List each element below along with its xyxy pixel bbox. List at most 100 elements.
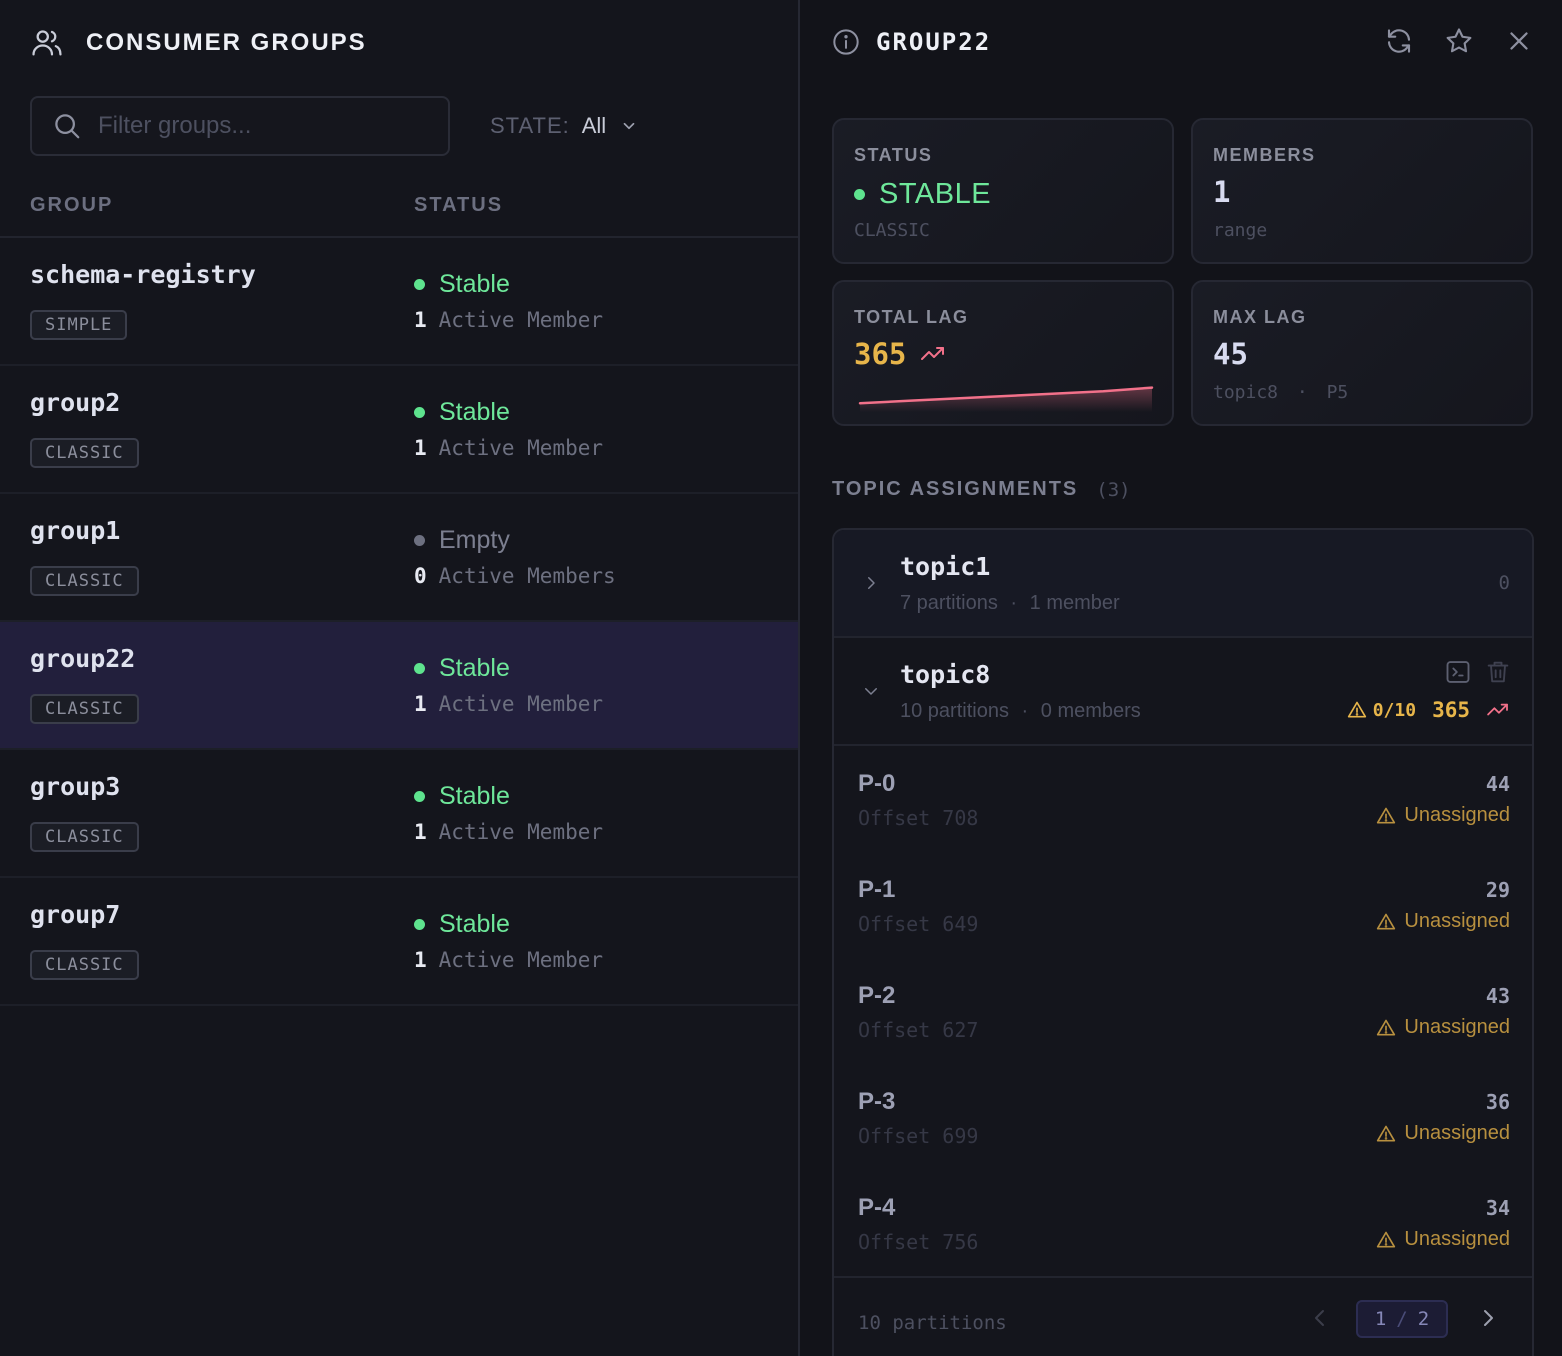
topic-name: topic1 (900, 552, 991, 581)
chevron-right-icon (862, 574, 880, 592)
status-dot (414, 535, 425, 546)
partition-row[interactable]: P-2 Offset 627 43 Unassigned (834, 958, 1532, 1064)
delete-button[interactable] (1484, 658, 1512, 686)
partition-lag: 43 (1485, 984, 1510, 1008)
protocol-badge: CLASSIC (30, 438, 139, 468)
topic-members: 0 members (1040, 700, 1141, 722)
group-name: schema-registry (30, 260, 256, 289)
members-card-assignor: range (1213, 220, 1268, 241)
topic-assignments-header: TOPIC ASSIGNMENTS (3) (832, 478, 1131, 501)
partition-lag: 29 (1485, 878, 1510, 902)
group-row[interactable]: group2 CLASSIC Stable 1 Active Member (0, 366, 798, 494)
page-current: 1 (1374, 1308, 1387, 1330)
favorite-button[interactable] (1444, 26, 1474, 56)
partition-status: Unassigned (1376, 910, 1510, 933)
protocol-badge: CLASSIC (30, 950, 139, 980)
topic-row-topic8[interactable]: topic8 10 partitions · 0 members 0/10 36… (834, 638, 1532, 746)
close-button[interactable] (1504, 26, 1534, 56)
column-header-status[interactable]: STATUS (414, 194, 503, 217)
member-count: 1 Active Member (414, 436, 603, 460)
group-row[interactable]: group7 CLASSIC Stable 1 Active Member (0, 878, 798, 1006)
status-card-label: STATUS (854, 145, 933, 165)
partition-status: Unassigned (1376, 1016, 1510, 1039)
group-row[interactable]: group3 CLASSIC Stable 1 Active Member (0, 750, 798, 878)
status-indicator: Stable (414, 654, 510, 683)
detail-header: GROUP22 (832, 26, 991, 58)
assigned-partitions: 0/10 (1372, 699, 1417, 721)
status-dot (414, 663, 425, 674)
chevron-left-icon (1315, 1310, 1324, 1326)
topic-assignments-count: (3) (1096, 478, 1131, 501)
close-icon (1510, 32, 1528, 50)
group-list: schema-registry SIMPLE Stable 1 Active Membe… (0, 238, 798, 1006)
page-separator: / (1396, 1308, 1408, 1330)
topic-assignments-title: TOPIC ASSIGNMENTS (832, 478, 1079, 500)
member-count: 1 Active Member (414, 948, 603, 972)
warning-icon (1376, 1230, 1396, 1250)
member-count-value: 0 (414, 564, 427, 588)
terminal-button[interactable] (1444, 658, 1472, 686)
partition-status: Unassigned (1376, 804, 1510, 827)
partition-status-label: Unassigned (1404, 910, 1510, 932)
partition-row[interactable]: P-1 Offset 649 29 Unassigned (834, 852, 1532, 958)
prev-page-button[interactable] (1308, 1306, 1332, 1330)
column-header-group[interactable]: GROUP (30, 194, 113, 217)
member-count-value: 1 (414, 692, 427, 716)
group-name: group22 (30, 644, 136, 673)
refresh-icon (1387, 29, 1411, 53)
topic-meta: 7 partitions · 1 member (900, 592, 1120, 615)
total-lag-sparkline (858, 386, 1154, 412)
state-filter-value: All (581, 113, 607, 138)
partition-lag: 34 (1485, 1196, 1510, 1220)
member-count-label: Active Member (438, 948, 604, 972)
status-indicator: Stable (414, 270, 510, 299)
page-indicator: 1 / 2 (1356, 1300, 1448, 1338)
warning-icon (1376, 1124, 1396, 1144)
partition-offset: Offset 756 (858, 1230, 979, 1254)
max-lag-topic: topic8 (1213, 382, 1279, 403)
search-input[interactable] (98, 112, 428, 140)
partition-id: P-4 (858, 1194, 896, 1221)
group-row[interactable]: schema-registry SIMPLE Stable 1 Active Membe… (0, 238, 798, 366)
status-label: Stable (439, 398, 510, 426)
state-filter-dropdown[interactable]: STATE: All (490, 108, 638, 144)
status-label: Empty (439, 526, 510, 554)
refresh-button[interactable] (1384, 26, 1414, 56)
protocol-badge: CLASSIC (30, 694, 139, 724)
state-filter-label: STATE: (490, 113, 570, 138)
member-count-value: 1 (414, 820, 427, 844)
max-lag-label: MAX LAG (1213, 307, 1307, 327)
status-card-value-wrap: STABLE (854, 178, 991, 211)
group-row[interactable]: group22 CLASSIC Stable 1 Active Member (0, 622, 798, 750)
partition-count: 10 partitions (858, 1312, 1007, 1334)
search-box (30, 96, 450, 156)
group-name: group7 (30, 900, 121, 929)
status-label: Stable (439, 782, 510, 810)
partition-row[interactable]: P-4 Offset 756 34 Unassigned (834, 1170, 1532, 1276)
protocol-badge: CLASSIC (30, 822, 139, 852)
group-row[interactable]: group1 CLASSIC Empty 0 Active Members (0, 494, 798, 622)
topic-row-topic1[interactable]: topic1 7 partitions · 1 member 0 (834, 530, 1532, 638)
member-count-value: 1 (414, 308, 427, 332)
max-lag-partition: P5 (1326, 382, 1349, 403)
status-label: Stable (439, 270, 510, 298)
partition-lag: 44 (1485, 772, 1510, 796)
partition-offset: Offset 649 (858, 912, 979, 936)
max-lag-separator: · (1296, 382, 1308, 403)
member-count-label: Active Member (438, 692, 604, 716)
status-indicator: Empty (414, 526, 510, 555)
topic-partitions: 10 partitions (900, 700, 1009, 722)
partition-status-label: Unassigned (1404, 1228, 1510, 1250)
status-card-protocol: CLASSIC (854, 220, 930, 241)
partition-offset: Offset 708 (858, 806, 979, 830)
partition-offset: Offset 627 (858, 1018, 979, 1042)
total-lag-value-wrap: 365 (854, 337, 946, 371)
member-count-value: 1 (414, 436, 427, 460)
group-name: group2 (30, 388, 121, 417)
member-count-label: Active Member (438, 436, 604, 460)
chevron-right-icon (1484, 1310, 1493, 1326)
partition-id: P-0 (858, 770, 896, 797)
next-page-button[interactable] (1476, 1306, 1500, 1330)
partition-row[interactable]: P-0 Offset 708 44 Unassigned (834, 746, 1532, 852)
partition-row[interactable]: P-3 Offset 699 36 Unassigned (834, 1064, 1532, 1170)
